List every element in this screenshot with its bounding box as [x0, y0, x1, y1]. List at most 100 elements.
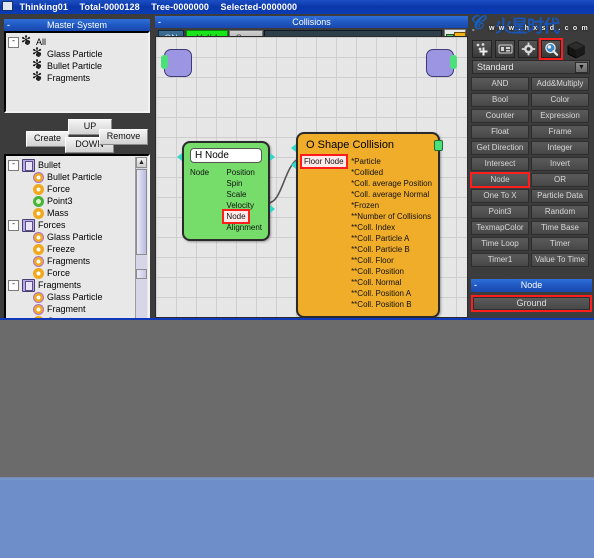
operator-button-time-base[interactable]: Time Base: [531, 221, 589, 235]
scroll-up-icon[interactable]: ▲: [136, 157, 147, 168]
h-node-output-position[interactable]: Position: [226, 167, 262, 178]
create-button[interactable]: Create: [26, 131, 69, 147]
tree-item-freeze[interactable]: Freeze: [8, 243, 134, 255]
master-system-tree-box[interactable]: -AllGlass Particle Bullet Particle Fragmen…: [4, 31, 150, 113]
tree-item-all[interactable]: -All: [8, 34, 146, 48]
tree-item-forces[interactable]: - Forces: [8, 218, 134, 232]
operator-button-one-to-x[interactable]: One To X: [471, 189, 529, 203]
collapse-icon[interactable]: -: [7, 19, 10, 31]
o-node-output-1[interactable]: *Collided: [351, 167, 432, 178]
h-node-output-node[interactable]: Node: [222, 209, 250, 224]
o-node-output-6[interactable]: **Coll. Index: [351, 222, 432, 233]
magnifier-tool-icon[interactable]: [539, 38, 563, 60]
h-node-input-jack[interactable]: [177, 153, 182, 161]
operator-button-node[interactable]: Node: [470, 172, 530, 188]
operator-depot-grid[interactable]: AND Add&Multiply Bool Color Counter Expressio…: [470, 77, 592, 267]
o-node-output-8[interactable]: **Coll. Particle B: [351, 244, 432, 255]
tree-item-point3[interactable]: Point3: [8, 195, 134, 207]
master-system-title-bar[interactable]: - Master System: [4, 19, 150, 31]
tree-expander-icon[interactable]: -: [8, 36, 19, 48]
operator-button-texmapcolor[interactable]: TexmapColor: [471, 221, 529, 235]
h-node-output-jack[interactable]: [270, 153, 275, 161]
o-node-output-11[interactable]: **Coll. Normal: [351, 277, 432, 288]
h-node-input-node[interactable]: Node: [190, 167, 226, 178]
system-menu-icon[interactable]: [2, 1, 13, 11]
graph-output-port[interactable]: [426, 49, 457, 77]
tree-item-mass[interactable]: Mass: [8, 207, 134, 219]
operator-button-point3[interactable]: Point3: [471, 205, 529, 219]
wire-mode-icon[interactable]: [495, 40, 515, 58]
o-node-output-jack[interactable]: [434, 140, 443, 151]
tree-item-bullet-particle[interactable]: Bullet Particle: [8, 58, 146, 72]
tree-item-fragments[interactable]: - Fragments: [8, 278, 134, 292]
operator-button-and[interactable]: AND: [471, 77, 529, 91]
depot-select[interactable]: Standard ▼: [472, 60, 590, 74]
o-node-output-7[interactable]: **Coll. Particle A: [351, 233, 432, 244]
operator-button-or[interactable]: OR: [531, 173, 589, 187]
operator-button-intersect[interactable]: Intersect: [471, 157, 529, 171]
operator-button-integer[interactable]: Integer: [531, 141, 589, 155]
operator-button-frame[interactable]: Frame: [531, 125, 589, 139]
viewport-3d[interactable]: [0, 320, 594, 558]
h-node-node-output-jack[interactable]: [270, 205, 275, 213]
tree-item-glass-particle[interactable]: Glass Particle: [8, 231, 134, 243]
tree-item-fragment[interactable]: Fragment: [8, 303, 134, 315]
operator-button-get-direction[interactable]: Get Direction: [471, 141, 529, 155]
scrollbar-grip[interactable]: [136, 269, 147, 279]
scrollbar-thumb[interactable]: [136, 169, 147, 255]
collapse-icon[interactable]: -: [474, 279, 477, 292]
operator-button-value-to-time[interactable]: Value To Time: [531, 253, 589, 267]
operator-button-invert[interactable]: Invert: [531, 157, 589, 171]
add-operator-icon[interactable]: [472, 40, 492, 58]
remove-button[interactable]: Remove: [99, 129, 148, 145]
operator-button-random[interactable]: Random: [531, 205, 589, 219]
h-node-output-velocity[interactable]: Velocity: [226, 200, 262, 211]
node-section-title-bar[interactable]: - Node: [471, 279, 592, 292]
o-node-input-jack[interactable]: [291, 144, 296, 152]
operator-button-expression[interactable]: Expression: [531, 109, 589, 123]
operator-button-color[interactable]: Color: [531, 93, 589, 107]
collapse-icon[interactable]: -: [158, 16, 161, 28]
node-h-node[interactable]: H Node Node Position Spin Scale Velocity…: [177, 141, 275, 241]
o-node-input-floor-node[interactable]: Floor Node: [300, 154, 348, 169]
tree-expander-icon[interactable]: -: [8, 159, 19, 171]
tree-item-force[interactable]: Force: [8, 267, 134, 279]
tree-item-bullet-particle[interactable]: Bullet Particle: [8, 171, 134, 183]
operator-tree-box[interactable]: - Bullet Bullet Particle Force Point3 Mass - Fo…: [4, 154, 150, 334]
node-editor-title-bar[interactable]: - Collisions: [155, 16, 468, 28]
o-node-output-0[interactable]: *Particle: [351, 156, 432, 167]
tree-item-fragments[interactable]: Fragments: [8, 70, 146, 84]
operator-tree-scrollbar[interactable]: ▲: [135, 157, 147, 331]
tree-item-force[interactable]: Force: [8, 183, 134, 195]
operator-button-bool[interactable]: Bool: [471, 93, 529, 107]
h-node-output-spin[interactable]: Spin: [226, 178, 262, 189]
node-graph-canvas[interactable]: H Node Node Position Spin Scale Velocity…: [155, 36, 468, 318]
h-node-output-alignment[interactable]: Alignment: [226, 222, 262, 233]
o-node-output-13[interactable]: **Coll. Position B: [351, 299, 432, 310]
h-node-output-scale[interactable]: Scale: [226, 189, 262, 200]
tree-item-fragments[interactable]: Fragments: [8, 255, 134, 267]
o-node-output-3[interactable]: *Coll. average Normal: [351, 189, 432, 200]
operator-button-time-loop[interactable]: Time Loop: [471, 237, 529, 251]
operator-tree[interactable]: - Bullet Bullet Particle Force Point3 Mass - Fo…: [6, 156, 148, 332]
node-o-shape-collision[interactable]: O Shape Collision Floor Node *Particle *C…: [291, 132, 443, 317]
cube-icon[interactable]: [566, 40, 586, 59]
graph-input-port[interactable]: [161, 49, 192, 77]
tree-expander-icon[interactable]: -: [8, 279, 19, 291]
tree-expander-icon[interactable]: -: [8, 219, 19, 231]
operator-button-particle-data[interactable]: Particle Data: [531, 189, 589, 203]
operator-button-add-multiply[interactable]: Add&Multiply: [531, 77, 589, 91]
o-node-output-5[interactable]: **Number of Collisions: [351, 211, 432, 222]
operator-button-timer[interactable]: Timer: [531, 237, 589, 251]
o-node-output-2[interactable]: *Coll. average Position: [351, 178, 432, 189]
operator-button-timer1[interactable]: Timer1: [471, 253, 529, 267]
ground-item-button[interactable]: Ground: [471, 295, 592, 312]
o-node-output-12[interactable]: **Coll. Position A: [351, 288, 432, 299]
tree-item-glass-particle[interactable]: Glass Particle: [8, 46, 146, 60]
tree-item-glass-particle[interactable]: Glass Particle: [8, 291, 134, 303]
o-node-output-10[interactable]: **Coll. Position: [351, 266, 432, 277]
operator-button-counter[interactable]: Counter: [471, 109, 529, 123]
o-node-output-4[interactable]: *Frozen: [351, 200, 432, 211]
master-system-tree[interactable]: -AllGlass Particle Bullet Particle Fragmen…: [6, 33, 148, 111]
o-node-floor-node-jack[interactable]: [291, 161, 296, 169]
